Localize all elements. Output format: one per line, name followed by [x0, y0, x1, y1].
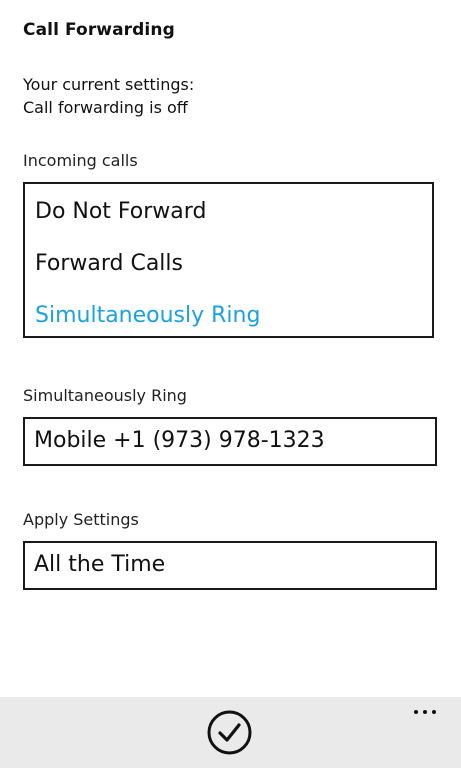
confirm-button[interactable]	[207, 710, 252, 755]
simultaneous-ring-number-picker[interactable]: Mobile +1 (973) 978-1323	[23, 417, 437, 466]
incoming-calls-listbox[interactable]: Do Not Forward Forward Calls Simultaneou…	[23, 182, 434, 338]
current-settings: Your current settings: Call forwarding i…	[23, 73, 194, 119]
current-settings-status: Call forwarding is off	[23, 98, 188, 117]
option-forward-calls[interactable]: Forward Calls	[35, 251, 183, 276]
check-circle-icon	[207, 710, 252, 755]
simultaneous-ring-label: Simultaneously Ring	[23, 386, 187, 405]
option-do-not-forward[interactable]: Do Not Forward	[35, 199, 206, 224]
current-settings-heading: Your current settings:	[23, 75, 195, 94]
option-simultaneously-ring[interactable]: Simultaneously Ring	[35, 303, 260, 328]
incoming-calls-label: Incoming calls	[23, 151, 138, 170]
apply-settings-label: Apply Settings	[23, 510, 139, 529]
app-bar	[0, 697, 461, 768]
page-title: Call Forwarding	[23, 20, 175, 40]
apply-settings-picker[interactable]: All the Time	[23, 541, 437, 590]
more-options-button[interactable]	[410, 697, 442, 727]
